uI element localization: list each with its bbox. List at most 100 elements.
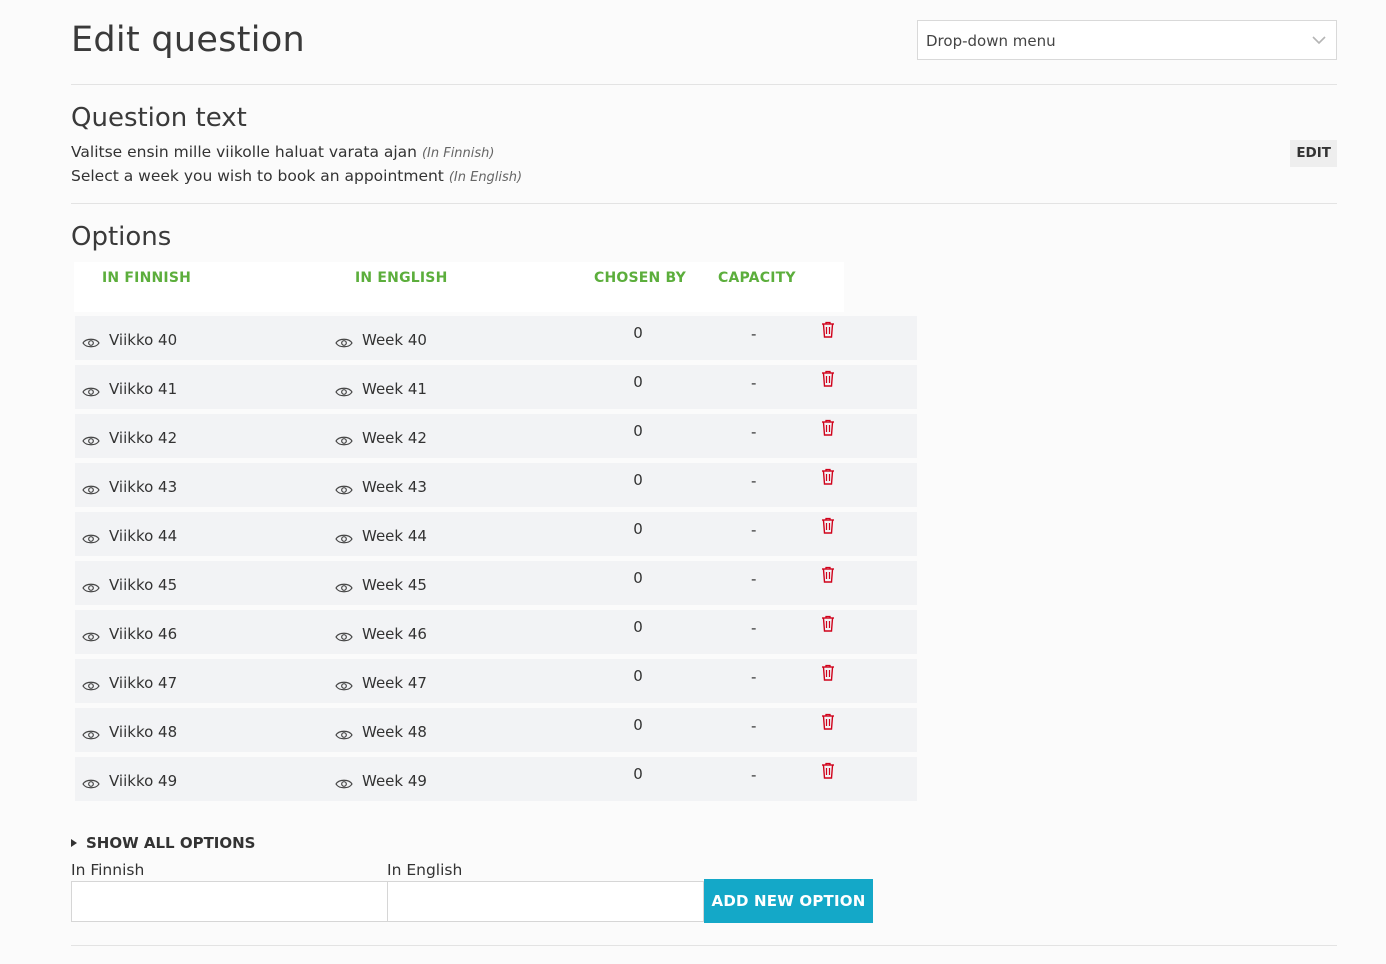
eye-icon[interactable]	[335, 334, 353, 348]
new-option-english-input[interactable]	[387, 881, 704, 922]
eye-icon[interactable]	[82, 481, 100, 495]
option-finnish: Viikko 49	[109, 772, 178, 790]
option-row: Viikko 44 Week 44 0 -	[75, 512, 917, 556]
option-english: Week 48	[362, 723, 427, 741]
option-chosen-by: 0	[633, 667, 643, 685]
option-row: Viikko 47 Week 47 0 -	[75, 659, 917, 703]
question-type-select[interactable]: Drop-down menu	[917, 20, 1337, 60]
options-section: Options IN FINNISH IN ENGLISH CHOSEN BY …	[71, 204, 1337, 946]
option-row: Viikko 48 Week 48 0 -	[75, 708, 917, 752]
question-text-finnish: Valitse ensin mille viikolle haluat vara…	[71, 143, 494, 161]
eye-icon[interactable]	[82, 383, 100, 397]
option-finnish: Viikko 47	[109, 674, 178, 692]
option-capacity[interactable]: -	[751, 766, 756, 784]
option-chosen-by: 0	[633, 765, 643, 783]
eye-icon[interactable]	[335, 775, 353, 789]
trash-icon[interactable]	[821, 370, 835, 387]
option-capacity[interactable]: -	[751, 717, 756, 735]
trash-icon[interactable]	[821, 566, 835, 583]
option-capacity[interactable]: -	[751, 668, 756, 686]
question-text-section: Question text Valitse ensin mille viikol…	[71, 85, 1337, 204]
eye-icon[interactable]	[335, 726, 353, 740]
options-table-header: IN FINNISH IN ENGLISH CHOSEN BY CAPACITY	[74, 262, 844, 312]
new-option-finnish-input[interactable]	[71, 881, 388, 922]
edit-question-text-button[interactable]: EDIT	[1290, 140, 1337, 167]
eye-icon[interactable]	[335, 383, 353, 397]
show-all-options-toggle[interactable]: SHOW ALL OPTIONS	[71, 834, 256, 852]
option-english: Week 42	[362, 429, 427, 447]
eye-icon[interactable]	[82, 334, 100, 348]
option-english: Week 40	[362, 331, 427, 349]
trash-icon[interactable]	[821, 419, 835, 436]
option-capacity[interactable]: -	[751, 472, 756, 490]
eye-icon[interactable]	[82, 677, 100, 691]
add-new-option-button[interactable]: ADD NEW OPTION	[704, 879, 873, 923]
column-header-english: IN ENGLISH	[355, 270, 448, 286]
option-chosen-by: 0	[633, 373, 643, 391]
trash-icon[interactable]	[821, 615, 835, 632]
new-option-finnish-label: In Finnish	[71, 861, 145, 879]
option-capacity[interactable]: -	[751, 374, 756, 392]
option-english: Week 41	[362, 380, 427, 398]
eye-icon[interactable]	[335, 530, 353, 544]
trash-icon[interactable]	[821, 468, 835, 485]
question-finnish-tag: (In Finnish)	[421, 146, 495, 161]
eye-icon[interactable]	[82, 530, 100, 544]
page-title: Edit question	[71, 20, 306, 60]
options-table-body: Viikko 40 Week 40 0- Viikko 41 Week 41 0- Viik…	[75, 316, 917, 806]
eye-icon[interactable]	[335, 432, 353, 446]
trash-icon[interactable]	[821, 321, 835, 338]
option-english: Week 43	[362, 478, 427, 496]
option-chosen-by: 0	[633, 471, 643, 489]
option-row: Viikko 49 Week 49 0 -	[75, 757, 917, 801]
option-finnish: Viikko 44	[109, 527, 178, 545]
option-capacity[interactable]: -	[751, 325, 756, 343]
edit-question-page: Edit question Drop-down menu Question te…	[71, 0, 1337, 946]
eye-icon[interactable]	[335, 481, 353, 495]
option-finnish: Viikko 48	[109, 723, 178, 741]
option-capacity[interactable]: -	[751, 619, 756, 637]
eye-icon[interactable]	[335, 579, 353, 593]
eye-icon[interactable]	[335, 628, 353, 642]
option-chosen-by: 0	[633, 422, 643, 440]
option-row: Viikko 45 Week 45 0 -	[75, 561, 917, 605]
option-english: Week 47	[362, 674, 427, 692]
trash-icon[interactable]	[821, 664, 835, 681]
option-capacity[interactable]: -	[751, 570, 756, 588]
eye-icon[interactable]	[82, 628, 100, 642]
option-row: Viikko 46 Week 46 0 -	[75, 610, 917, 654]
column-header-chosen-by: CHOSEN BY	[594, 270, 686, 286]
trash-icon[interactable]	[821, 517, 835, 534]
show-all-options-label: SHOW ALL OPTIONS	[86, 834, 256, 852]
trash-icon[interactable]	[821, 713, 835, 730]
option-chosen-by: 0	[633, 324, 643, 342]
option-chosen-by: 0	[633, 569, 643, 587]
option-capacity[interactable]: -	[751, 521, 756, 539]
option-finnish: Viikko 45	[109, 576, 178, 594]
option-finnish: Viikko 43	[109, 478, 178, 496]
options-title: Options	[71, 222, 172, 252]
eye-icon[interactable]	[82, 579, 100, 593]
option-row: Viikko 43 Week 43 0 -	[75, 463, 917, 507]
option-row: Viikko 42 Week 42 0 -	[75, 414, 917, 458]
option-english: Week 49	[362, 772, 427, 790]
eye-icon[interactable]	[82, 432, 100, 446]
chevron-down-icon	[1312, 36, 1326, 45]
trash-icon[interactable]	[821, 762, 835, 779]
new-option-english-label: In English	[387, 861, 463, 879]
eye-icon[interactable]	[82, 726, 100, 740]
option-chosen-by: 0	[633, 520, 643, 538]
caret-right-icon	[71, 839, 77, 847]
question-english-tag: (In English)	[448, 170, 523, 185]
eye-icon[interactable]	[335, 677, 353, 691]
option-finnish: Viikko 46	[109, 625, 178, 643]
option-capacity[interactable]: -	[751, 423, 756, 441]
column-header-finnish: IN FINNISH	[102, 270, 192, 286]
eye-icon[interactable]	[82, 775, 100, 789]
header: Edit question Drop-down menu	[71, 0, 1337, 85]
column-header-capacity: CAPACITY	[718, 270, 796, 286]
question-finnish-value: Valitse ensin mille viikolle haluat vara…	[71, 143, 417, 161]
option-finnish: Viikko 41	[109, 380, 178, 398]
option-chosen-by: 0	[633, 618, 643, 636]
option-row: Viikko 41 Week 41 0 -	[75, 365, 917, 409]
